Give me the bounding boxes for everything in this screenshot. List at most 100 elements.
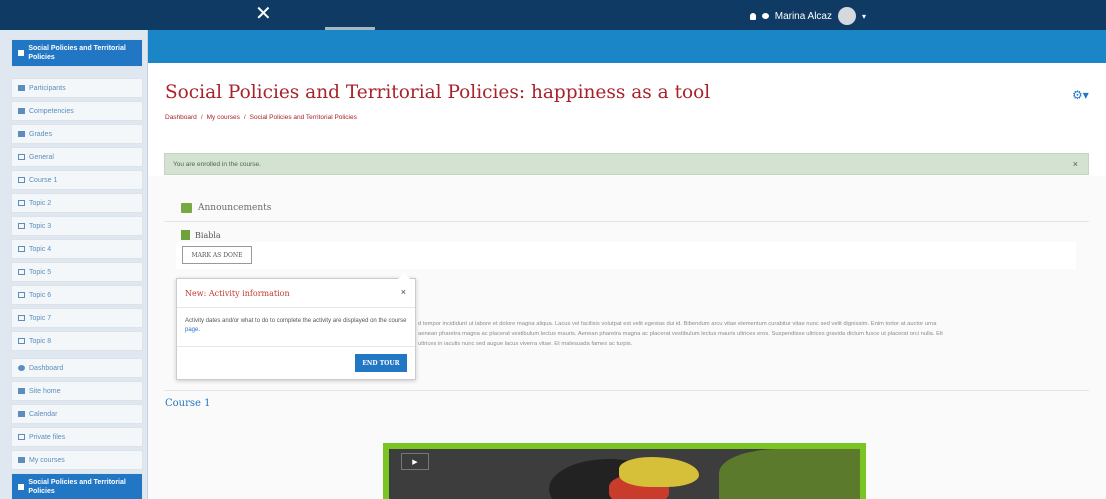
activity-label[interactable]: Announcements <box>198 203 271 213</box>
mark-as-done-button[interactable]: MARK AS DONE <box>182 246 252 264</box>
sidebar-item-dashboard[interactable]: Dashboard <box>11 358 143 378</box>
sidebar-item-topic-8[interactable]: Topic 8 <box>11 331 143 351</box>
breadcrumb-my-courses[interactable]: My courses <box>207 114 240 121</box>
summary-line: aenean pharetra magna ac placerat vestib… <box>418 331 943 337</box>
folder-icon <box>18 154 25 160</box>
sidebar-item-grades[interactable]: Grades <box>11 124 143 144</box>
sidebar-item-label: General <box>29 153 54 161</box>
summary-line: d tempor incididunt ut labore et dolore … <box>418 321 937 327</box>
section-heading[interactable]: Course 1 <box>165 398 210 409</box>
dashboard-icon <box>18 365 25 371</box>
sidebar-item-course[interactable]: Social Policies and Territorial Policies <box>11 39 143 67</box>
popover-header: New: Activity information × <box>177 279 415 308</box>
forum-icon <box>181 203 192 213</box>
user-menu[interactable]: Marina Alcaz ▾ <box>749 7 866 25</box>
foliage <box>719 449 860 499</box>
breadcrumb-dashboard[interactable]: Dashboard <box>165 114 197 121</box>
page-link[interactable]: page <box>185 327 198 333</box>
top-navbar: ✕ Marina Alcaz ▾ <box>0 0 1106 30</box>
header-band <box>148 30 1106 63</box>
folder-icon <box>18 315 25 321</box>
calendar-icon <box>18 411 25 417</box>
folder-icon <box>18 338 25 344</box>
file-icon <box>18 434 25 440</box>
sidebar-item-competencies[interactable]: Competencies <box>11 101 143 121</box>
sidebar-item-label: Topic 8 <box>29 337 52 345</box>
sidebar-item-label: Topic 7 <box>29 314 52 322</box>
end-tour-button[interactable]: END TOUR <box>355 354 407 372</box>
bell-icon[interactable] <box>749 12 756 20</box>
sidebar-item-label: Topic 3 <box>29 222 52 230</box>
gear-icon[interactable]: ⚙▾ <box>1072 88 1089 102</box>
sidebar-item-topic-6[interactable]: Topic 6 <box>11 285 143 305</box>
divider <box>164 221 1089 222</box>
folder-icon <box>18 200 25 206</box>
sidebar-item-current-course[interactable]: Social Policies and Territorial Policies <box>11 473 143 499</box>
tour-popover: New: Activity information × Activity dat… <box>176 273 416 380</box>
folder-icon <box>18 269 25 275</box>
alert-text: You are enrolled in the course. <box>173 160 261 168</box>
graduation-cap-icon <box>18 457 25 463</box>
divider <box>164 390 1089 391</box>
sidebar-item-label: Topic 6 <box>29 291 52 299</box>
sidebar-item-label: Competencies <box>29 107 74 115</box>
sidebar-item-topic-4[interactable]: Topic 4 <box>11 239 143 259</box>
popover-text-end: . <box>198 327 201 333</box>
biabla-activity[interactable]: Biabla <box>181 230 221 240</box>
play-icon[interactable]: ▶ <box>401 453 429 470</box>
table-icon <box>18 131 25 137</box>
close-icon[interactable]: × <box>1073 159 1078 169</box>
video-thumbnail: ▶ <box>389 449 860 499</box>
popover-divider <box>177 346 415 347</box>
popover-title: New: Activity information <box>185 289 290 298</box>
section-summary: d tempor incididunt ut labore et dolore … <box>418 319 1078 349</box>
users-icon <box>18 85 25 91</box>
sidebar-item-label: Private files <box>29 433 66 441</box>
sidebar-item-label: Participants <box>29 84 66 92</box>
sidebar-item-label: Calendar <box>29 410 58 418</box>
breadcrumb-separator: / <box>200 114 203 121</box>
sidebar-item-private-files[interactable]: Private files <box>11 427 143 447</box>
chevron-down-icon[interactable]: ▾ <box>862 12 866 21</box>
sidebar-item-label: Site home <box>29 387 61 395</box>
sidebar-item-my-courses[interactable]: My courses <box>11 450 143 470</box>
page-title: Social Policies and Territorial Policies… <box>165 82 711 103</box>
user-name[interactable]: Marina Alcaz <box>775 11 832 22</box>
sidebar-item-site-home[interactable]: Site home <box>11 381 143 401</box>
sidebar-item-label: Topic 5 <box>29 268 52 276</box>
folder-icon <box>18 223 25 229</box>
video-player[interactable]: ▶ <box>383 443 866 499</box>
toucan-beak <box>619 457 699 487</box>
sidebar-item-label: Grades <box>29 130 52 138</box>
close-icon[interactable]: × <box>401 287 406 297</box>
sidebar-item-topic-5[interactable]: Topic 5 <box>11 262 143 282</box>
graduation-cap-icon <box>18 484 25 490</box>
checklist-icon <box>18 108 25 114</box>
sidebar-item-general[interactable]: General <box>11 147 143 167</box>
breadcrumb-course[interactable]: Social Policies and Territorial Policies <box>250 114 357 121</box>
folder-icon <box>18 177 25 183</box>
sidebar-item-topic-3[interactable]: Topic 3 <box>11 216 143 236</box>
sidebar-item-label: My courses <box>29 456 65 464</box>
sidebar-item-label: Dashboard <box>29 364 64 372</box>
sidebar-item-participants[interactable]: Participants <box>11 78 143 98</box>
close-icon[interactable]: ✕ <box>255 4 272 24</box>
sidebar-item-label: Course 1 <box>29 176 58 184</box>
book-icon <box>181 230 190 240</box>
breadcrumb: Dashboard / My courses / Social Policies… <box>165 114 357 121</box>
sidebar-item-topic-2[interactable]: Topic 2 <box>11 193 143 213</box>
sidebar-item-calendar[interactable]: Calendar <box>11 404 143 424</box>
sidebar-item-course-1[interactable]: Course 1 <box>11 170 143 190</box>
sidebar-item-label: Social Policies and Territorial Policies <box>28 45 126 61</box>
folder-icon <box>18 292 25 298</box>
avatar[interactable] <box>837 7 856 25</box>
message-icon[interactable] <box>761 13 769 19</box>
sidebar-item-label: Topic 4 <box>29 245 52 253</box>
enrolled-alert: You are enrolled in the course. × <box>164 153 1089 175</box>
announcements-activity[interactable]: Announcements <box>181 203 271 213</box>
summary-line: ultrices in iaculis nunc sed augue lacus… <box>418 341 633 347</box>
sidebar-item-topic-7[interactable]: Topic 7 <box>11 308 143 328</box>
sidebar-nav: Social Policies and Territorial Policies… <box>0 30 148 499</box>
tour-highlight <box>176 242 1076 269</box>
activity-label[interactable]: Biabla <box>195 231 221 240</box>
